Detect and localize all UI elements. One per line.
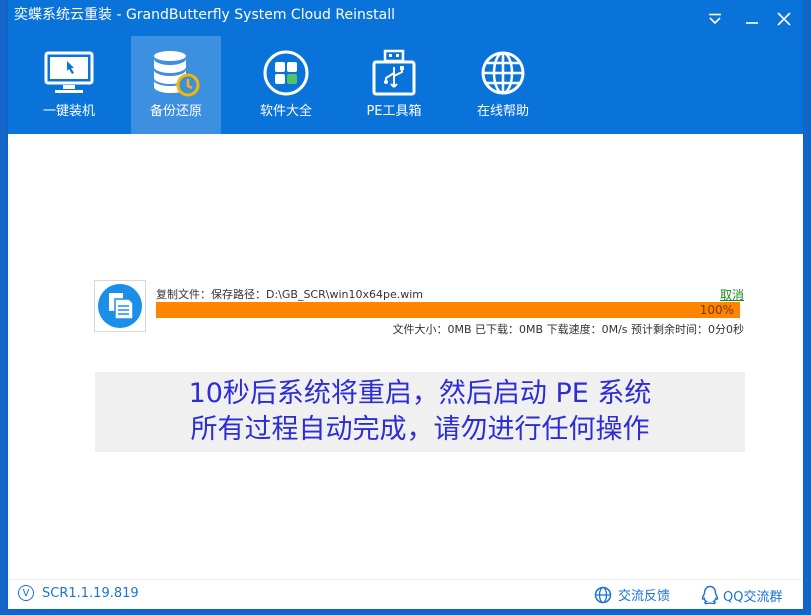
version-info: V SCR1.1.19.819	[18, 585, 139, 601]
minimize-button[interactable]	[739, 6, 765, 32]
version-label: SCR1.1.19.819	[42, 585, 139, 601]
database-restore-icon	[150, 49, 202, 97]
menu-dropdown-button[interactable]	[702, 6, 728, 32]
globe-icon	[594, 586, 612, 603]
nav-tab-one-click-install[interactable]: 一键装机	[24, 36, 114, 134]
version-icon: V	[18, 585, 34, 601]
close-button[interactable]	[771, 6, 797, 32]
qq-group-link[interactable]: QQ交流群	[701, 585, 782, 605]
download-stats: 文件大小：0MB 已下载：0MB 下载速度：0M/s 预计剩余时间：0分0秒	[392, 323, 744, 336]
progress-bar: 100%	[156, 302, 740, 318]
close-icon	[777, 12, 791, 26]
nav-label: 软件大全	[259, 104, 312, 119]
nav-tab-online-help[interactable]: 在线帮助	[458, 36, 548, 134]
window-title: 奕蝶系统云重装 - GrandButterfly System Cloud Re…	[14, 7, 395, 23]
status-bar: V SCR1.1.19.819 交流反馈 QQ交流群	[8, 579, 803, 609]
chevron-menu-icon	[709, 13, 721, 25]
copy-files-icon	[94, 280, 146, 332]
copy-progress-panel: 复制文件：保存路径：D:\GB_SCR\win10x64pe.wim 取消 10…	[94, 280, 744, 336]
notice-line-1: 10秒后系统将重启，然后启动 PE 系统	[188, 378, 652, 409]
apps-grid-icon	[260, 49, 312, 97]
nav-label: 备份还原	[149, 104, 202, 119]
cancel-link[interactable]: 取消	[720, 286, 744, 303]
monitor-click-icon	[43, 49, 95, 97]
app-window: 奕蝶系统云重装 - GrandButterfly System Cloud Re…	[7, 0, 804, 610]
nav-tab-backup-restore[interactable]: 备份还原	[131, 36, 221, 134]
usb-toolbox-icon	[368, 49, 420, 97]
nav-tab-pe-toolbox[interactable]: PE工具箱	[349, 36, 439, 134]
feedback-label: 交流反馈	[618, 589, 671, 604]
nav-label: 在线帮助	[476, 104, 529, 119]
progress-bar-fill	[156, 302, 740, 318]
file-path-label: 复制文件：保存路径：D:\GB_SCR\win10x64pe.wim	[156, 288, 424, 301]
nav-label: 一键装机	[42, 104, 95, 119]
nav-tab-software[interactable]: 软件大全	[241, 36, 331, 134]
progress-percent: 100%	[699, 303, 734, 317]
feedback-link[interactable]: 交流反馈	[594, 585, 670, 604]
header-bar: 奕蝶系统云重装 - GrandButterfly System Cloud Re…	[8, 0, 803, 134]
qq-penguin-icon	[701, 585, 719, 605]
notice-line-2: 所有过程自动完成，请勿进行任何操作	[190, 414, 650, 445]
qq-label: QQ交流群	[723, 589, 783, 605]
nav-label: PE工具箱	[366, 104, 422, 119]
restart-notice: 10秒后系统将重启，然后启动 PE 系统 所有过程自动完成，请勿进行任何操作	[95, 372, 745, 452]
globe-icon	[477, 49, 529, 97]
minimize-icon	[746, 22, 758, 24]
